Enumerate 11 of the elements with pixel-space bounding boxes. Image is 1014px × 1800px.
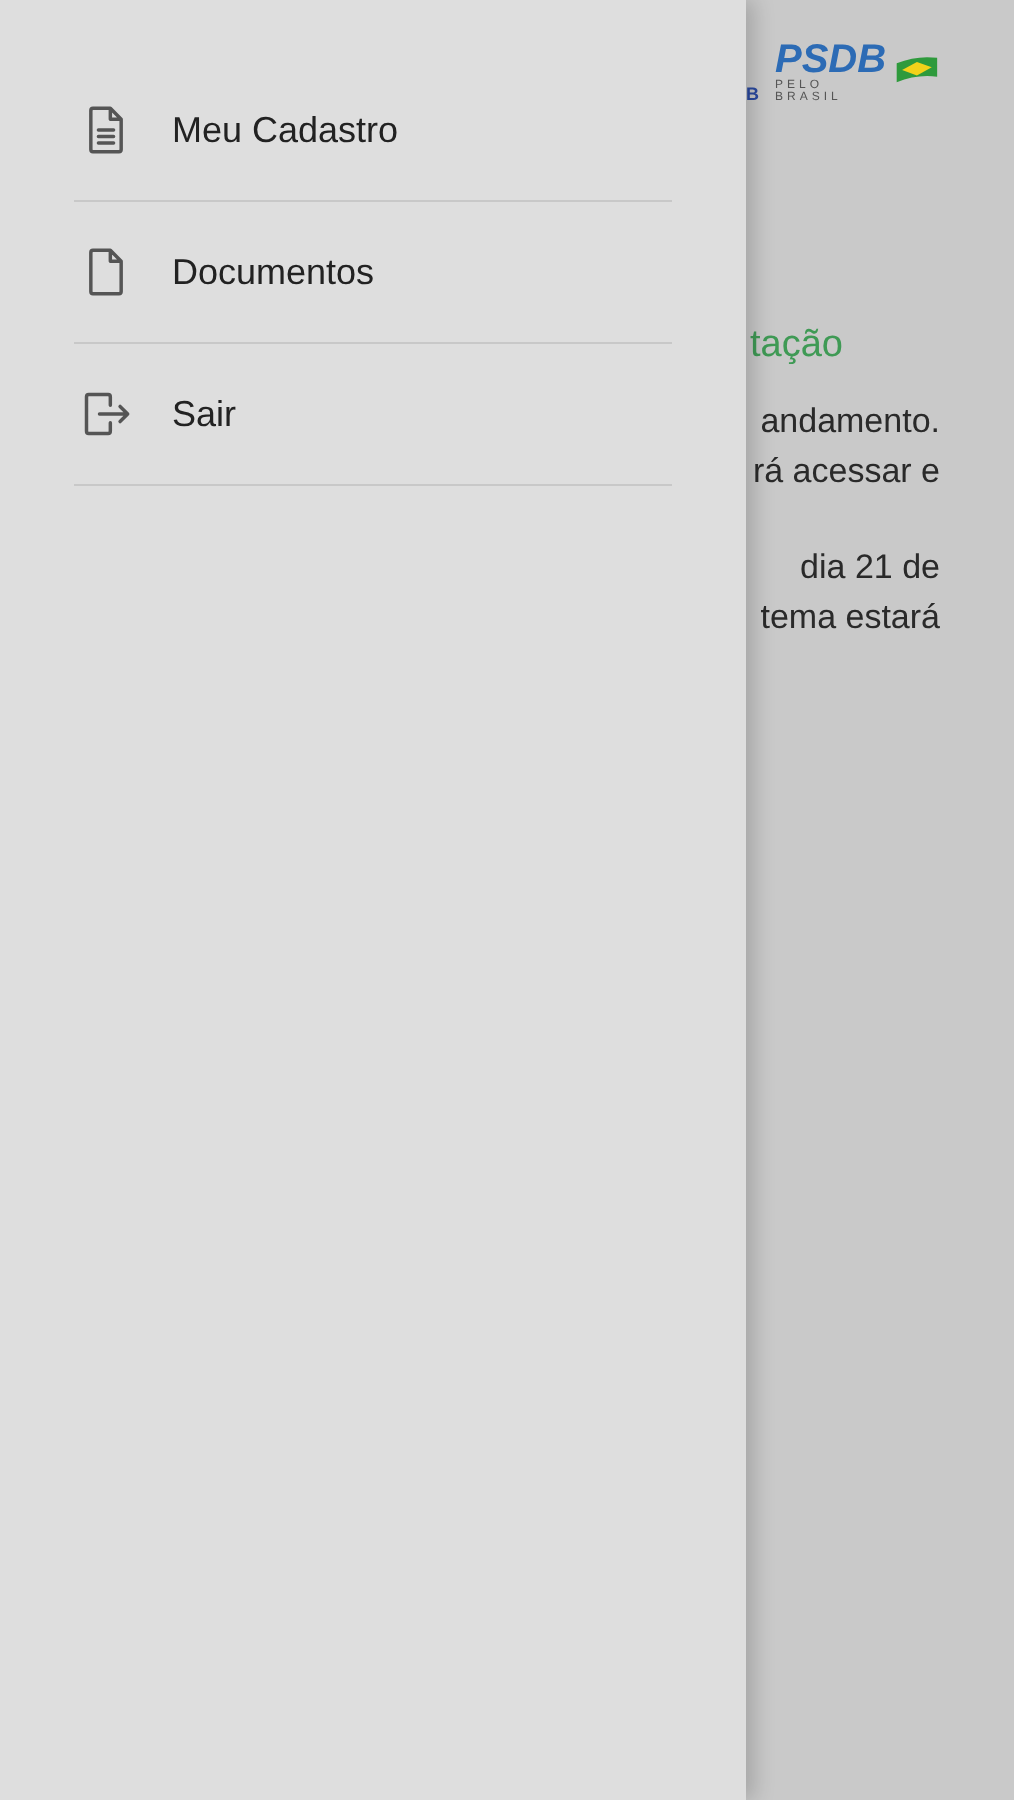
logo-text: PSDB	[775, 40, 887, 80]
paragraph-line: andamento.	[758, 400, 940, 444]
menu-item[interactable]: Meu Cadastro	[74, 60, 672, 202]
section-heading: tação	[750, 324, 845, 368]
menu-item[interactable]: Documentos	[74, 202, 672, 344]
paragraph-line: dia 21 de	[798, 546, 940, 590]
logout-icon	[80, 388, 132, 440]
paragraph-line: rá acessar e	[750, 450, 940, 494]
paragraph-line: tema estará	[758, 596, 940, 640]
menu-item[interactable]: Sair	[74, 344, 672, 486]
logo-text: B	[746, 84, 759, 104]
